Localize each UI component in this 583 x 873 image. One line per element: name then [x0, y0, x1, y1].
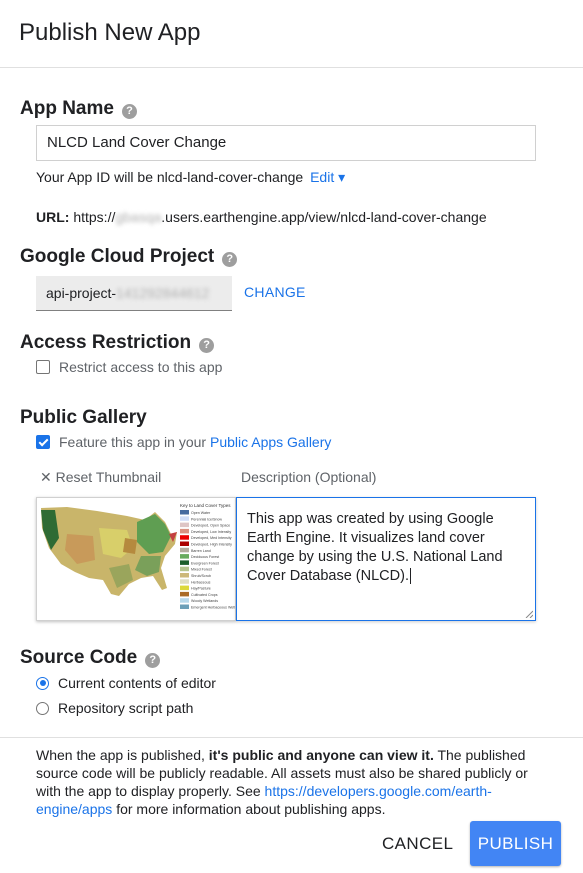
source-repo-radio[interactable]: [36, 701, 49, 715]
feature-app-text: Feature this app in your: [59, 434, 207, 450]
source-repo-label: Repository script path: [58, 700, 194, 716]
source-code-label: Source Code: [20, 647, 138, 668]
legend-label: Barren Land: [191, 549, 211, 553]
notice-text-1: When the app is published,: [36, 747, 205, 763]
legend-label: Deciduous Forest: [191, 555, 219, 559]
text-cursor: [409, 568, 411, 584]
legend-label: Herbaceous: [191, 580, 211, 584]
edit-app-id-link[interactable]: Edit ▾: [310, 169, 345, 185]
help-icon[interactable]: ?: [121, 103, 137, 119]
change-project-button[interactable]: CHANGE: [244, 284, 306, 300]
feature-app-checkbox[interactable]: [36, 435, 50, 449]
help-icon[interactable]: ?: [199, 337, 215, 353]
legend-label: Cultivated Crops: [191, 593, 218, 597]
app-name-heading: App Name ?: [20, 98, 137, 120]
feature-app-label: Feature this app in your Public Apps Gal…: [59, 434, 331, 450]
app-id-text: Your App ID will be nlcd-land-cover-chan…: [36, 169, 304, 185]
legend-label: Developed, Open Space: [191, 524, 230, 528]
cloud-project-label: Google Cloud Project: [20, 246, 215, 267]
project-prefix: api-project-: [46, 285, 117, 301]
legend-label: Evergreen Forest: [191, 561, 219, 565]
source-current-radio[interactable]: [36, 676, 49, 690]
legend-swatch: [180, 560, 189, 565]
description-label: Description (Optional): [241, 469, 377, 485]
publish-button[interactable]: PUBLISH: [470, 821, 561, 866]
source-current-row[interactable]: Current contents of editor: [36, 675, 216, 691]
legend-swatch: [180, 585, 189, 591]
description-text: This app was created by using Google Ear…: [247, 511, 503, 584]
public-gallery-heading: Public Gallery: [20, 407, 147, 429]
publish-notice: When the app is published, it's public a…: [36, 746, 556, 818]
legend-label: Developed, High Intensity: [191, 543, 232, 547]
legend-label: Shrub/Scrub: [191, 574, 211, 578]
help-icon[interactable]: ?: [222, 251, 238, 267]
cancel-button[interactable]: CANCEL: [382, 834, 453, 854]
source-code-heading: Source Code ?: [20, 647, 161, 669]
access-restriction-heading: Access Restriction ?: [20, 332, 215, 354]
app-url-line: URL: https://gbasqa.users.earthengine.ap…: [36, 209, 487, 225]
source-current-label: Current contents of editor: [58, 675, 216, 691]
legend-label: Woody Wetlands: [191, 599, 218, 603]
url-label: URL:: [36, 209, 70, 225]
legend-label: Developed, Low Intensity: [191, 530, 231, 534]
legend-swatch: [180, 547, 189, 553]
legend-swatch: [180, 528, 189, 534]
app-name-label: App Name: [20, 98, 114, 119]
restrict-access-checkbox[interactable]: [36, 360, 50, 374]
legend-swatch: [180, 510, 189, 515]
legend-swatch: [180, 598, 189, 603]
notice-text-3: for more information about publishing ap…: [116, 801, 386, 817]
legend-swatch: [180, 522, 189, 528]
legend-swatch: [180, 566, 189, 572]
legend-label: Emergent Herbaceous Wetlands: [191, 606, 235, 610]
app-id-line: Your App ID will be nlcd-land-cover-chan…: [36, 169, 345, 186]
legend-swatch: [180, 535, 189, 540]
legend-swatch: [180, 573, 189, 578]
legend-label: Perennial Ice/Snow: [191, 517, 222, 521]
legend-label: Developed, Med Intensity: [191, 536, 232, 540]
dialog-footer: When the app is published, it's public a…: [0, 737, 583, 873]
legend-label: Hay/Pasture: [191, 587, 211, 591]
dialog-title: Publish New App: [19, 19, 201, 46]
access-restriction-label: Access Restriction: [20, 332, 192, 353]
app-thumbnail[interactable]: Key to Land Cover Types Open Water Perenn…: [36, 497, 236, 621]
nlcd-map-thumbnail: Key to Land Cover Types Open Water Perenn…: [41, 502, 235, 617]
reset-thumbnail-button[interactable]: ✕ Reset Thumbnail: [40, 469, 161, 486]
dialog-content: App Name ? NLCD Land Cover Change Your A…: [0, 69, 583, 736]
source-repo-row[interactable]: Repository script path: [36, 700, 193, 716]
notice-bold: it's public and anyone can view it.: [208, 747, 434, 763]
cloud-project-field[interactable]: api-project-141292844612: [36, 276, 232, 311]
app-name-input[interactable]: NLCD Land Cover Change: [36, 125, 536, 161]
dialog-header: Publish New App: [0, 0, 583, 68]
legend-swatch: [180, 591, 189, 597]
legend-swatch: [180, 554, 189, 559]
legend-swatch: [180, 604, 189, 609]
legend-swatch: [180, 579, 189, 584]
public-gallery-label: Public Gallery: [20, 407, 147, 428]
legend-swatch: [180, 516, 189, 521]
project-id-blurred: 141292844612: [116, 285, 210, 301]
legend-label: Mixed Forest: [191, 568, 212, 572]
url-suffix: .users.earthengine.app/view/nlcd-land-co…: [161, 209, 487, 225]
help-icon[interactable]: ?: [145, 652, 161, 668]
thumbnail-legend-title: Key to Land Cover Types: [180, 503, 231, 508]
restrict-access-row[interactable]: Restrict access to this app: [36, 359, 222, 375]
resize-handle-icon[interactable]: [525, 610, 533, 618]
description-textarea[interactable]: This app was created by using Google Ear…: [236, 497, 536, 621]
legend-swatch: [180, 541, 189, 546]
legend-label: Open Water: [191, 511, 211, 515]
restrict-access-label: Restrict access to this app: [59, 359, 223, 375]
public-apps-gallery-link[interactable]: Public Apps Gallery: [210, 434, 331, 450]
url-prefix: https://: [73, 209, 116, 225]
cloud-project-heading: Google Cloud Project ?: [20, 246, 238, 268]
feature-app-row[interactable]: Feature this app in your Public Apps Gal…: [36, 434, 331, 450]
url-user-blurred: gbasqa: [115, 209, 162, 225]
